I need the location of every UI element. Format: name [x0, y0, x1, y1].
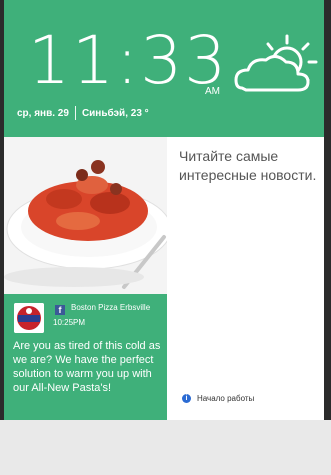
clock-ampm: AM: [205, 86, 220, 97]
date-weather-row: ср, янв. 29 Синьбэй, 23 °: [17, 106, 149, 120]
date-label: ср, янв. 29: [17, 107, 69, 119]
bezel-right: [324, 0, 331, 420]
post-text: Are you as tired of this cold as we are?…: [13, 340, 161, 394]
clock-time: 11:33: [28, 22, 229, 99]
get-started-link[interactable]: i Начало работы: [182, 394, 254, 403]
info-icon: i: [182, 394, 191, 403]
news-message: Читайте самые интересные новости.: [179, 148, 317, 183]
post-author: Boston Pizza Erbsville: [71, 303, 151, 312]
weather-label: Синьбэй, 23 °: [81, 107, 149, 119]
bottom-area: [0, 420, 331, 475]
boston-pizza-logo: [14, 303, 44, 333]
news-card[interactable]: Читайте самые интересные новости. i Нача…: [167, 137, 324, 420]
get-started-label: Начало работы: [197, 394, 255, 403]
social-post-card[interactable]: f Boston Pizza Erbsville 10:25PM Are you…: [4, 137, 167, 420]
partly-sunny-icon: [234, 34, 318, 92]
clock-weather-header: 11:33 AM ср, янв. 29 Синьбэй, 23 °: [4, 0, 324, 137]
divider: [74, 106, 76, 120]
post-time: 10:25PM: [53, 318, 86, 327]
lockscreen: 11:33 AM ср, янв. 29 Синьбэй, 23 ° f Bos…: [0, 0, 331, 475]
pasta-photo: [4, 137, 167, 294]
social-post: f Boston Pizza Erbsville 10:25PM Are you…: [4, 294, 167, 420]
facebook-icon: f: [55, 305, 65, 315]
